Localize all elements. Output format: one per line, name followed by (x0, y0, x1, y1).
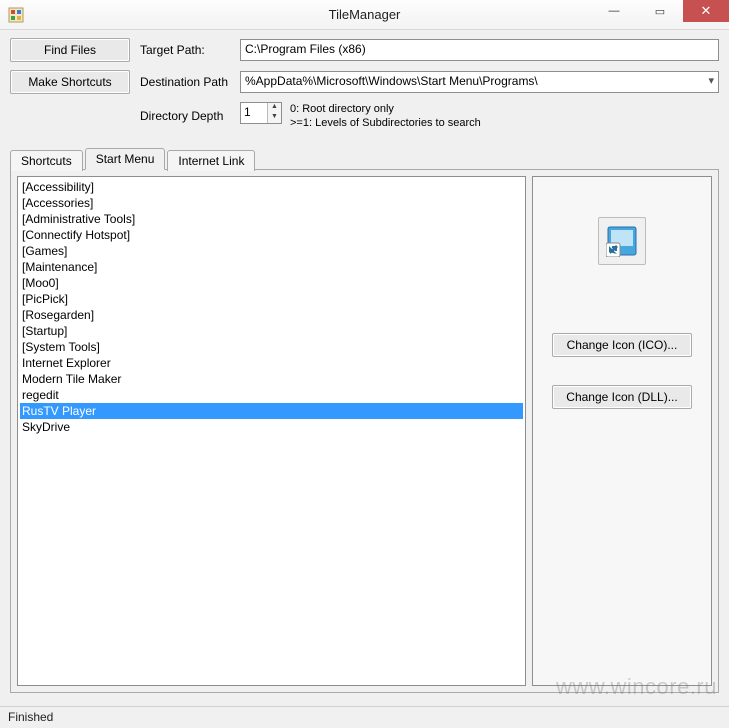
list-item[interactable]: SkyDrive (20, 419, 523, 435)
target-path-input[interactable]: C:\Program Files (x86) (240, 39, 719, 61)
find-files-button[interactable]: Find Files (10, 38, 130, 62)
minimize-button[interactable]: — (591, 0, 637, 22)
list-item[interactable]: [System Tools] (20, 339, 523, 355)
list-item[interactable]: [Accessories] (20, 195, 523, 211)
status-text: Finished (8, 710, 53, 724)
window-controls: — ▭ ✕ (591, 0, 729, 22)
list-item[interactable]: [Moo0] (20, 275, 523, 291)
directory-depth-hint: 0: Root directory only >=1: Levels of Su… (290, 102, 481, 130)
titlebar: TileManager — ▭ ✕ (0, 0, 729, 30)
close-button[interactable]: ✕ (683, 0, 729, 22)
statusbar: Finished (0, 706, 729, 728)
list-item[interactable]: [Accessibility] (20, 179, 523, 195)
list-item[interactable]: [Games] (20, 243, 523, 259)
listbox[interactable]: [Accessibility][Accessories][Administrat… (17, 176, 526, 686)
app-icon (8, 7, 24, 23)
tabs: Shortcuts Start Menu Internet Link [Acce… (10, 148, 719, 693)
destination-path-combo[interactable]: %AppData%\Microsoft\Windows\Start Menu\P… (240, 71, 719, 93)
list-item[interactable]: regedit (20, 387, 523, 403)
list-item[interactable]: [Connectify Hotspot] (20, 227, 523, 243)
depth-hint-line1: 0: Root directory only (290, 102, 481, 116)
spinner-up-icon[interactable]: ▲ (268, 103, 281, 113)
list-item[interactable]: [PicPick] (20, 291, 523, 307)
tabstrip: Shortcuts Start Menu Internet Link (10, 148, 719, 170)
top-controls: Find Files Target Path: C:\Program Files… (10, 38, 719, 130)
directory-depth-value[interactable]: 1 (241, 103, 267, 123)
tab-page: [Accessibility][Accessories][Administrat… (10, 169, 719, 693)
change-icon-ico-button[interactable]: Change Icon (ICO)... (552, 333, 692, 357)
list-item[interactable]: Modern Tile Maker (20, 371, 523, 387)
right-pane: Change Icon (ICO)... Change Icon (DLL)..… (532, 176, 712, 686)
list-item[interactable]: [Startup] (20, 323, 523, 339)
spinner-down-icon[interactable]: ▼ (268, 113, 281, 123)
change-icon-dll-button[interactable]: Change Icon (DLL)... (552, 385, 692, 409)
directory-depth-label: Directory Depth (140, 109, 230, 123)
window-body: Find Files Target Path: C:\Program Files… (0, 30, 729, 706)
tab-start-menu[interactable]: Start Menu (85, 148, 166, 170)
depth-hint-line2: >=1: Levels of Subdirectories to search (290, 116, 481, 130)
list-item[interactable]: [Rosegarden] (20, 307, 523, 323)
list-item[interactable]: [Administrative Tools] (20, 211, 523, 227)
directory-depth-spinner[interactable]: 1 ▲ ▼ (240, 102, 282, 124)
make-shortcuts-button[interactable]: Make Shortcuts (10, 70, 130, 94)
tab-internet-link[interactable]: Internet Link (167, 150, 255, 171)
list-item[interactable]: Internet Explorer (20, 355, 523, 371)
maximize-button[interactable]: ▭ (637, 0, 683, 22)
icon-preview (598, 217, 646, 265)
shortcut-icon (606, 225, 638, 257)
tab-shortcuts[interactable]: Shortcuts (10, 150, 83, 171)
destination-path-label: Destination Path (140, 75, 230, 89)
target-path-label: Target Path: (140, 43, 230, 57)
list-item[interactable]: [Maintenance] (20, 259, 523, 275)
list-item[interactable]: RusTV Player (20, 403, 523, 419)
